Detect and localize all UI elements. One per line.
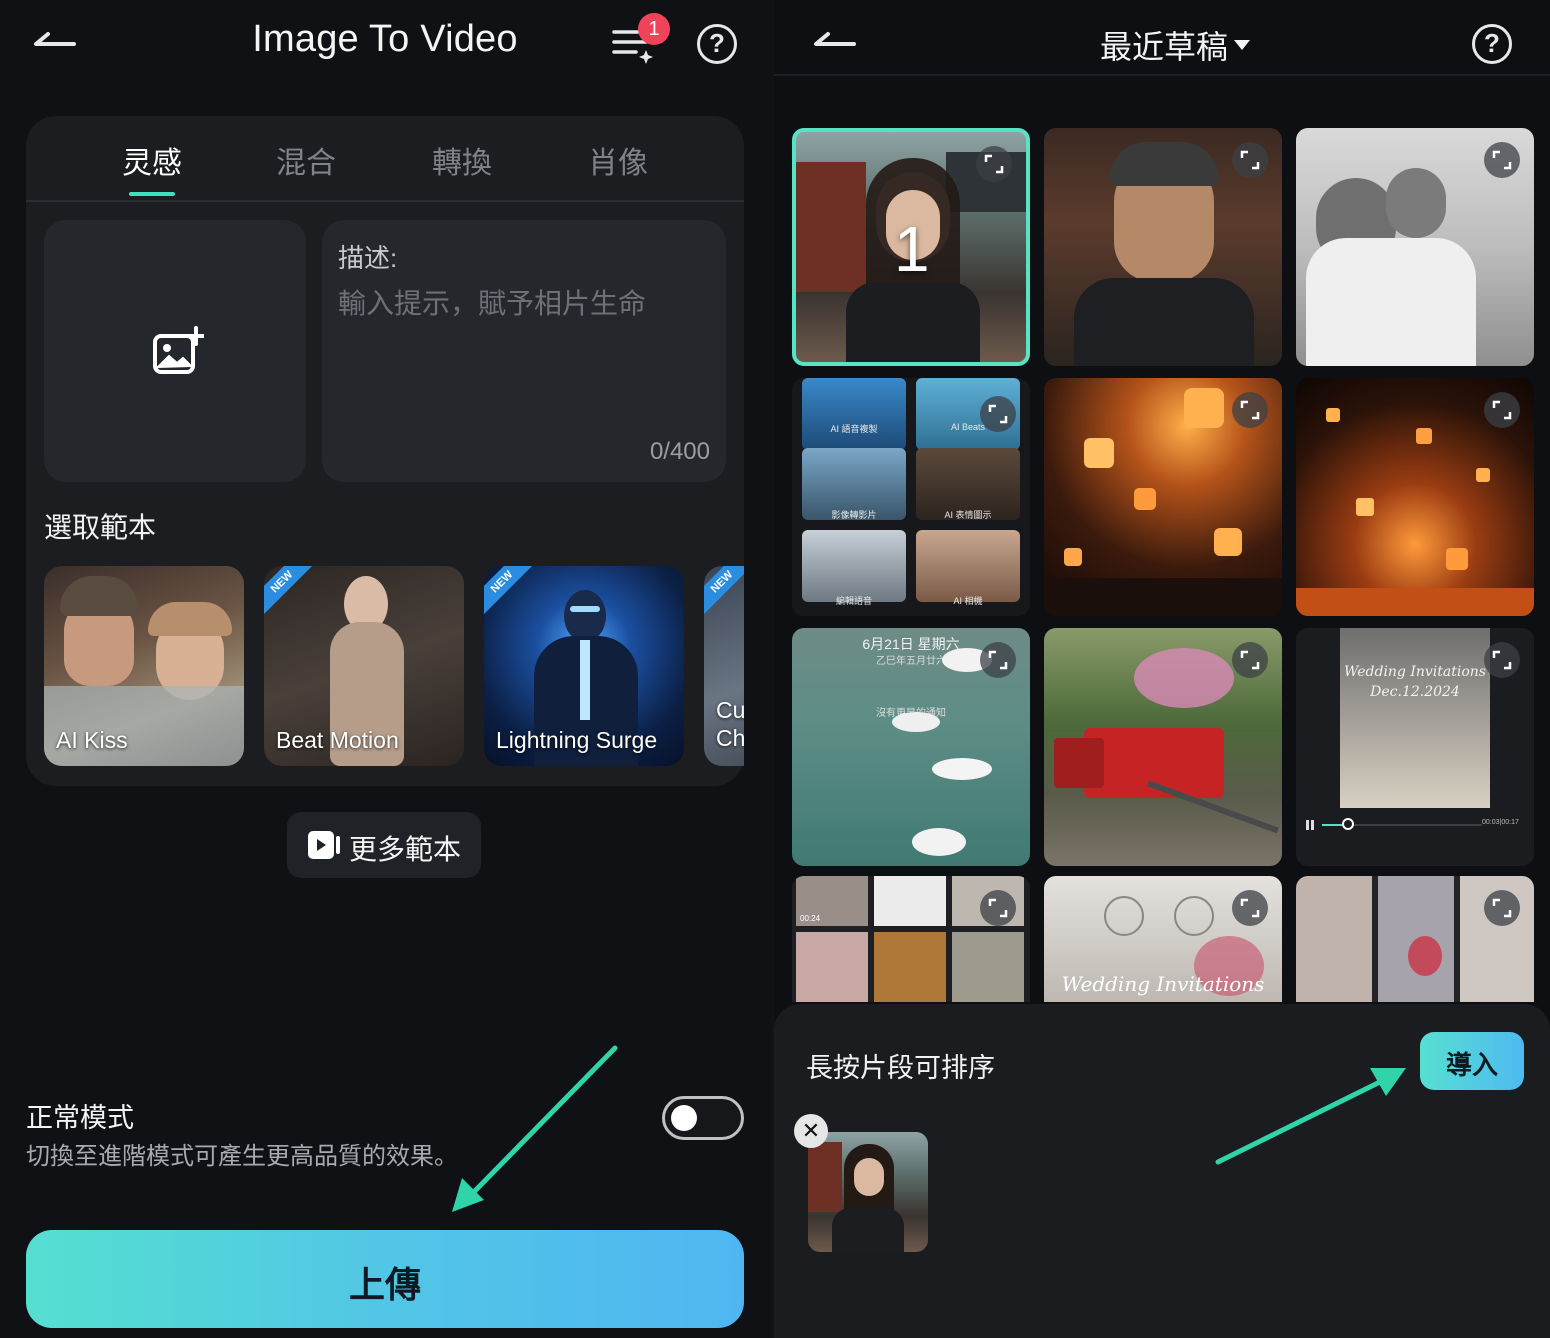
expand-icon[interactable]: [1484, 392, 1520, 428]
expand-icon[interactable]: [980, 396, 1016, 432]
mini-ai-camera: [916, 530, 1020, 602]
expand-icon[interactable]: [1232, 142, 1268, 178]
template-ai-kiss[interactable]: AI Kiss: [44, 566, 244, 766]
recent-drafts-screen: 最近草稿 ? 1 AI 語音複製 AI Beats 影像轉影片 AI 表情圖示 …: [774, 0, 1550, 1338]
tab-mix[interactable]: 混合: [246, 138, 366, 182]
expand-icon[interactable]: [980, 890, 1016, 926]
template-label: Lightning Surge: [496, 727, 658, 753]
advanced-mode-toggle[interactable]: [662, 1096, 744, 1140]
selection-number: 1: [894, 213, 930, 285]
template-beat-motion[interactable]: NEW Beat Motion: [264, 566, 464, 766]
template-carousel[interactable]: AI Kiss NEW Beat Motion NEW Lightning Su…: [44, 566, 744, 766]
expand-icon[interactable]: [1232, 890, 1268, 926]
expand-icon[interactable]: [1232, 392, 1268, 428]
media-item-wedding-video[interactable]: Wedding Invitations Dec.12.2024 00:03|00…: [1296, 628, 1534, 866]
wedding-date: Dec.12.2024: [1370, 684, 1460, 700]
template-label: Beat Motion: [276, 727, 399, 753]
add-image-icon: [153, 326, 204, 374]
new-badge: NEW: [704, 566, 744, 618]
description-field[interactable]: 描述: 輸入提示，賦予相片生命 0/400: [322, 220, 726, 482]
mode-subtitle: 切換至進階模式可產生更高品質的效果。: [26, 1143, 458, 1170]
notification-badge: 1: [638, 13, 670, 45]
close-icon[interactable]: ✕: [794, 1114, 828, 1148]
back-arrow-icon[interactable]: [810, 28, 860, 58]
expand-icon[interactable]: [976, 146, 1012, 182]
expand-icon[interactable]: [980, 642, 1016, 678]
image-to-video-screen: Image To Video 1 ? 灵感 混合 轉換 肖像 描述: 輸入提示，…: [0, 0, 772, 1338]
expand-icon[interactable]: [1484, 642, 1520, 678]
template-partial[interactable]: NEW Cu Ch: [704, 566, 744, 766]
template-label: Cu Ch: [716, 697, 744, 751]
expand-icon[interactable]: [1484, 142, 1520, 178]
import-button-label: 導入: [1445, 1050, 1498, 1080]
character-counter: 0/400: [649, 438, 710, 465]
mini-label: 編輯語音: [835, 596, 872, 606]
video-scrubber: [1342, 818, 1354, 830]
reorder-hint: 長按片段可排序: [806, 1053, 995, 1083]
expand-icon[interactable]: [1232, 642, 1268, 678]
dropdown-caret-icon[interactable]: [1234, 40, 1250, 50]
upload-button[interactable]: 上傳: [26, 1230, 744, 1328]
collage-time: 00:24: [800, 914, 821, 923]
expand-icon[interactable]: [1484, 890, 1520, 926]
media-item-wedding-strip[interactable]: [1296, 876, 1534, 1002]
help-icon[interactable]: ?: [697, 24, 737, 64]
header-divider: [774, 74, 1550, 76]
mini-label: AI 表情圖示: [944, 510, 992, 520]
import-button[interactable]: 導入: [1420, 1032, 1524, 1090]
mini-label: AI 相機: [953, 596, 983, 606]
active-tab-indicator: [129, 192, 175, 196]
selection-sheet: 長按片段可排序 導入 ✕: [774, 1004, 1550, 1338]
help-icon[interactable]: ?: [1472, 24, 1512, 64]
template-label: AI Kiss: [56, 727, 128, 753]
tab-convert[interactable]: 轉換: [402, 138, 522, 182]
description-placeholder: 輸入提示，賦予相片生命: [338, 288, 647, 319]
media-item-app-collage[interactable]: AI 語音複製 AI Beats 影像轉影片 AI 表情圖示 編輯語音 AI 相…: [792, 378, 1030, 616]
toggle-knob: [671, 1105, 697, 1131]
mode-tabs: 灵感 混合 轉換 肖像: [26, 116, 744, 202]
tab-portrait[interactable]: 肖像: [558, 138, 678, 182]
templates-section-title: 選取範本: [44, 512, 157, 543]
media-item-wedding-invitation[interactable]: Wedding Invitations: [1044, 876, 1282, 1002]
album-selector[interactable]: 最近草稿: [1100, 22, 1228, 68]
annotation-arrow: [452, 1045, 618, 1212]
page-title: Image To Video: [252, 18, 518, 60]
template-lightning-surge[interactable]: NEW Lightning Surge: [484, 566, 684, 766]
wedding-text: Wedding Invitations: [1061, 972, 1265, 996]
mini-label: 影像轉影片: [831, 510, 877, 520]
mode-title: 正常模式: [26, 1103, 134, 1133]
mini-ai-voice-clone: [802, 378, 906, 450]
video-time: 00:03|00:17: [1482, 819, 1519, 826]
media-item-ducks[interactable]: 6月21日 星期六 乙巳年五月廿六 沒有更早的通知: [792, 628, 1030, 866]
upload-button-label: 上傳: [348, 1264, 421, 1305]
tab-inspiration[interactable]: 灵感: [92, 138, 212, 182]
selected-clip-thumbnail[interactable]: [808, 1132, 928, 1252]
media-item-lanterns[interactable]: [1296, 378, 1534, 616]
pause-icon: [1306, 820, 1314, 830]
video-preview: [1340, 628, 1490, 808]
media-item-collage[interactable]: 00:24: [792, 876, 1030, 1002]
media-item-lanterns[interactable]: [1044, 378, 1282, 616]
media-item-train[interactable]: [1044, 628, 1282, 866]
media-item-selected[interactable]: 1: [792, 128, 1030, 366]
input-card: 灵感 混合 轉換 肖像 描述: 輸入提示，賦予相片生命 0/400 選取範本 A…: [26, 116, 744, 786]
new-badge: NEW: [484, 566, 538, 618]
back-arrow-icon[interactable]: [30, 28, 80, 58]
description-label: 描述:: [338, 243, 398, 273]
mini-edit-voice: [802, 530, 906, 602]
add-image-box[interactable]: [44, 220, 306, 482]
play-template-icon: [308, 831, 340, 859]
annotation-arrow: [1215, 1068, 1406, 1165]
mini-label: AI 語音複製: [830, 424, 878, 434]
media-grid[interactable]: 1 AI 語音複製 AI Beats 影像轉影片 AI 表情圖示 編輯語音 AI…: [792, 112, 1536, 1002]
media-item[interactable]: [1296, 128, 1534, 366]
more-templates-label: 更多範本: [349, 834, 462, 865]
more-templates-button[interactable]: 更多範本: [287, 812, 481, 878]
media-item[interactable]: [1044, 128, 1282, 366]
video-progress-fill: [1322, 824, 1344, 826]
new-badge: NEW: [264, 566, 318, 618]
